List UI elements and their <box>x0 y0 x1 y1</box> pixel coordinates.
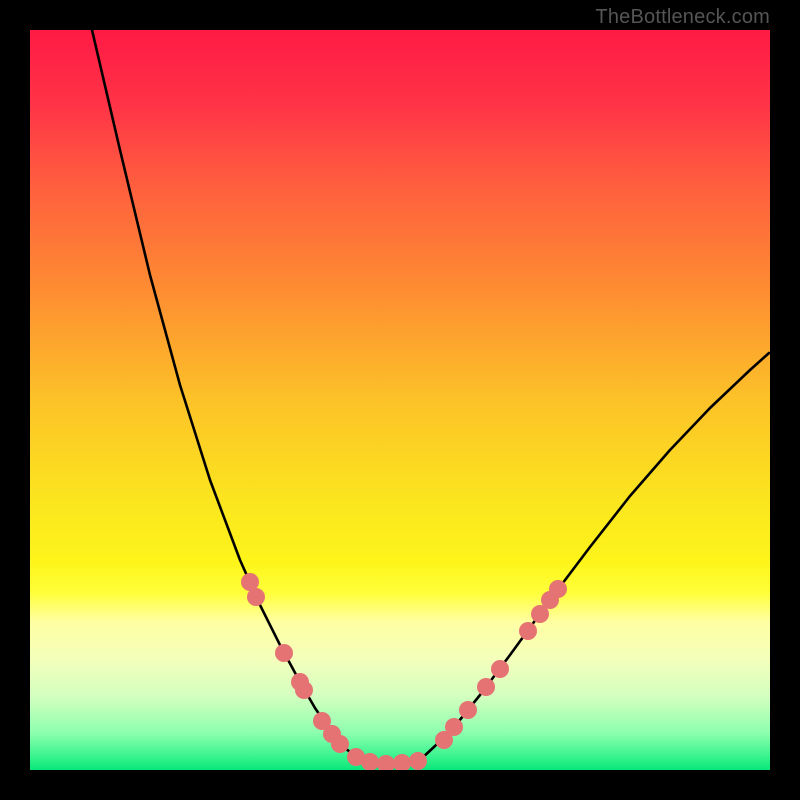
plot-frame <box>30 30 770 770</box>
gradient-background <box>30 30 770 770</box>
watermark-text: TheBottleneck.com <box>595 6 770 29</box>
